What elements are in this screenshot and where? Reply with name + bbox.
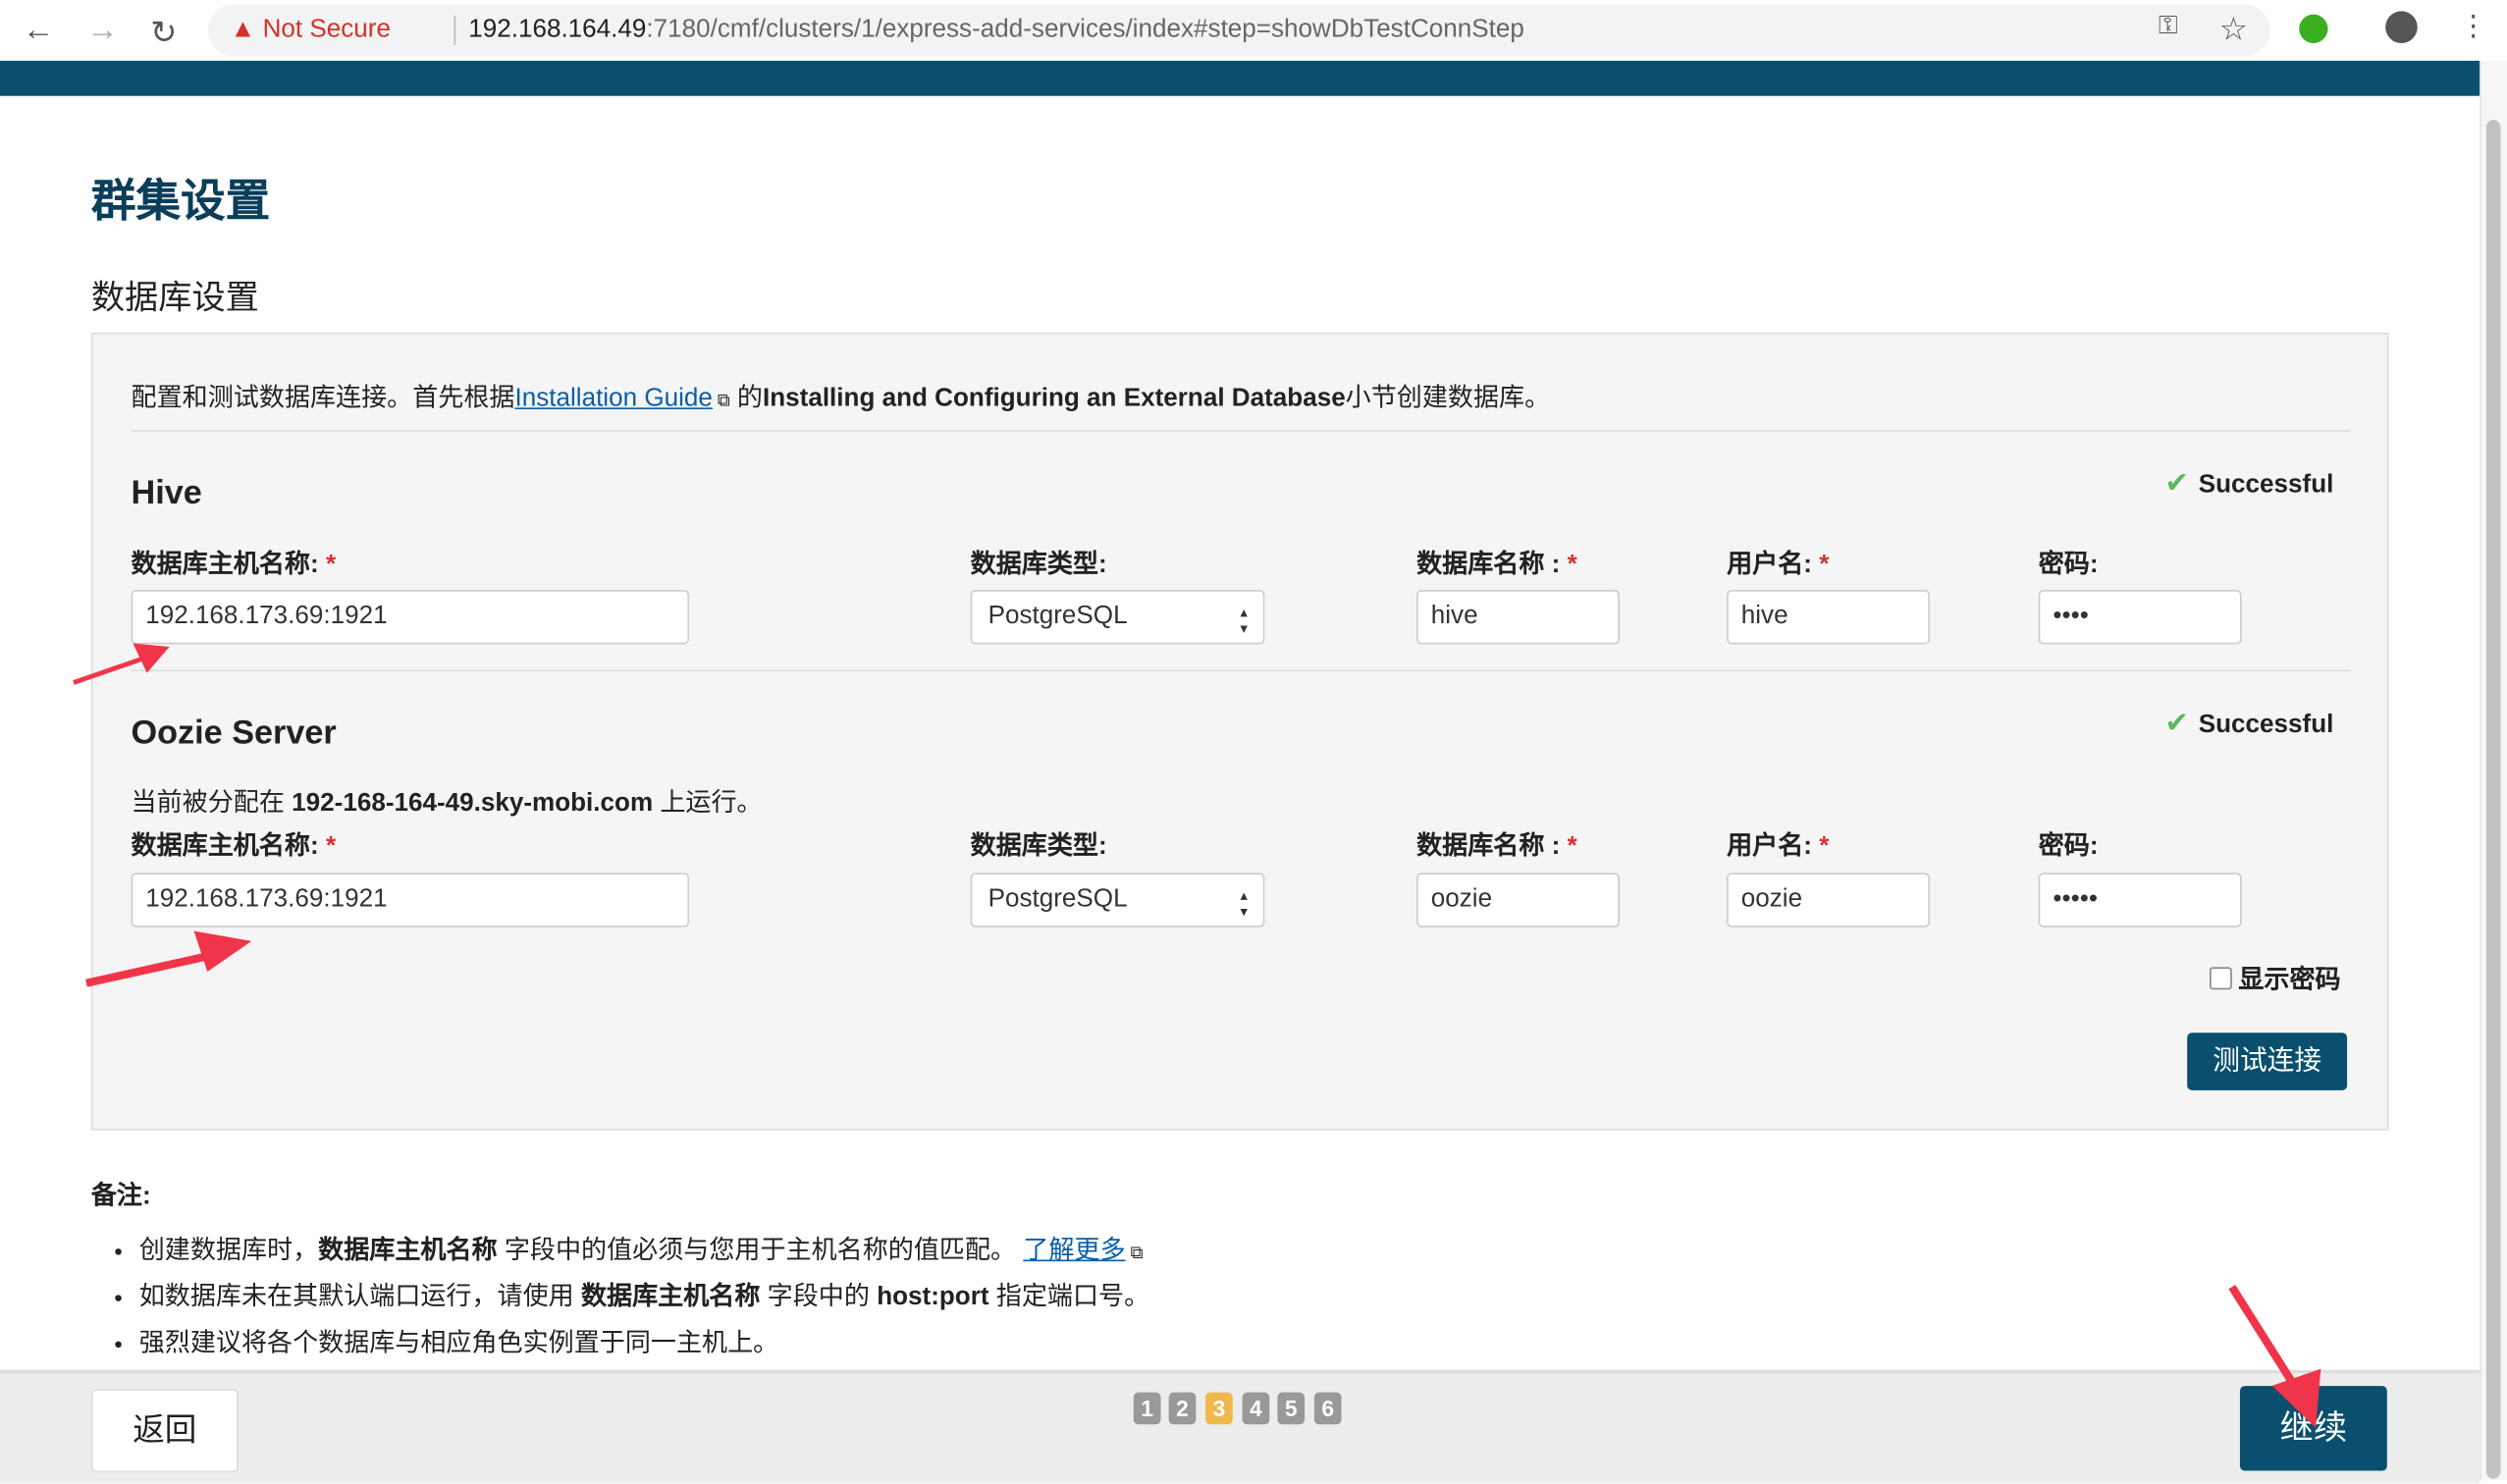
test-connection-button[interactable]: 测试连接 — [2187, 1033, 2348, 1090]
divider — [131, 669, 2351, 672]
notes: 备注: 创建数据库时，数据库主机名称 字段中的值必须与您用于主机名称的值匹配。 … — [91, 1174, 1149, 1367]
wizard-footer: 返回 1 2 3 4 5 6 继续 — [0, 1369, 2480, 1484]
hive-status: ✔ Successful — [2164, 466, 2334, 500]
external-link-icon: ⧉ — [712, 392, 730, 411]
oozie-password-input[interactable]: ••••• — [2038, 873, 2242, 928]
oozie-password-label: 密码: — [2038, 832, 2099, 861]
external-link-icon: ⧉ — [1125, 1244, 1144, 1263]
security-indicator[interactable]: ▲ Not Secure — [231, 16, 391, 44]
browser-toolbar: ← → ↻ ▲ Not Secure 192.168.164.49:7180/c… — [0, 0, 2507, 61]
hive-db-type-select[interactable]: PostgreSQL — [970, 590, 1265, 645]
hive-host-label: 数据库主机名称: * — [131, 551, 337, 579]
notes-title: 备注: — [90, 1183, 151, 1211]
continue-button[interactable]: 继续 — [2239, 1386, 2387, 1471]
back-button[interactable]: 返回 — [90, 1389, 239, 1473]
hive-type-label: 数据库类型: — [970, 551, 1107, 579]
oozie-host-input[interactable]: 192.168.173.69:1921 — [131, 873, 690, 928]
key-icon[interactable]: ⚿ — [2159, 13, 2178, 41]
oozie-type-label: 数据库类型: — [970, 832, 1107, 861]
oozie-user-input[interactable]: oozie — [1727, 873, 1930, 928]
step-6[interactable]: 6 — [1313, 1392, 1342, 1425]
step-2[interactable]: 2 — [1168, 1392, 1197, 1425]
address-bar[interactable]: ▲ Not Secure 192.168.164.49:7180/cmf/clu… — [207, 4, 2270, 57]
show-password-checkbox[interactable] — [2210, 967, 2232, 990]
hive-user-label: 用户名: * — [1727, 551, 1830, 579]
note-item: 如数据库未在其默认端口运行，请使用 数据库主机名称 字段中的 host:port… — [139, 1274, 1149, 1312]
hive-dbname-input[interactable]: hive — [1416, 590, 1620, 645]
not-secure-label: Not Secure — [262, 16, 391, 43]
step-5[interactable]: 5 — [1277, 1392, 1306, 1425]
note-item: 强烈建议将各个数据库与相应角色实例置于同一主机上。 — [139, 1320, 1149, 1358]
intro-text: 配置和测试数据库连接。首先根据Installation Guide ⧉ 的Ins… — [131, 385, 1551, 413]
page-title: 群集设置 — [90, 176, 271, 226]
oozie-dbname-label: 数据库名称 : * — [1416, 832, 1577, 861]
note-item: 创建数据库时，数据库主机名称 字段中的值必须与您用于主机名称的值匹配。 了解更多… — [139, 1228, 1149, 1266]
back-arrow-icon[interactable]: ← — [23, 13, 55, 49]
oozie-title: Oozie Server — [131, 715, 337, 752]
installation-guide-link[interactable]: Installation Guide — [514, 386, 712, 413]
oozie-user-label: 用户名: * — [1727, 832, 1830, 861]
scrollbar-thumb[interactable] — [2485, 120, 2501, 1479]
reload-icon[interactable]: ↻ — [150, 13, 177, 53]
url-text: 192.168.164.49:7180/cmf/clusters/1/expre… — [453, 16, 1524, 45]
menu-icon[interactable]: ⋮ — [2459, 10, 2487, 43]
oozie-assigned-host: 当前被分配在 192-168-164-49.sky-mobi.com 上运行。 — [131, 789, 763, 818]
extension-icon[interactable] — [2299, 14, 2328, 43]
app-header — [0, 60, 2480, 96]
star-icon[interactable]: ☆ — [2219, 10, 2248, 50]
check-icon: ✔ — [2164, 706, 2189, 739]
forward-arrow-icon[interactable]: → — [86, 13, 119, 49]
step-3-current[interactable]: 3 — [1205, 1392, 1233, 1425]
hive-password-input[interactable]: •••• — [2038, 590, 2242, 645]
hive-host-input[interactable]: 192.168.173.69:1921 — [131, 590, 690, 645]
show-password-toggle[interactable]: 显示密码 — [2210, 958, 2341, 996]
database-settings-panel: 配置和测试数据库连接。首先根据Installation Guide ⧉ 的Ins… — [90, 332, 2389, 1131]
oozie-dbname-input[interactable]: oozie — [1416, 873, 1620, 928]
profile-icon[interactable] — [2385, 11, 2418, 43]
step-4[interactable]: 4 — [1242, 1392, 1270, 1425]
learn-more-link[interactable]: 了解更多 — [1023, 1238, 1125, 1265]
hive-user-input[interactable]: hive — [1727, 590, 1930, 645]
hive-dbname-label: 数据库名称 : * — [1416, 551, 1577, 579]
hive-title: Hive — [131, 474, 202, 512]
oozie-db-type-select[interactable]: PostgreSQL — [970, 873, 1265, 928]
divider — [131, 430, 2351, 432]
oozie-host-label: 数据库主机名称: * — [131, 832, 337, 861]
section-title: 数据库设置 — [90, 280, 259, 317]
hive-password-label: 密码: — [2038, 551, 2099, 579]
step-1[interactable]: 1 — [1133, 1392, 1161, 1425]
check-icon: ✔ — [2164, 466, 2189, 500]
oozie-status: ✔ Successful — [2164, 706, 2334, 739]
